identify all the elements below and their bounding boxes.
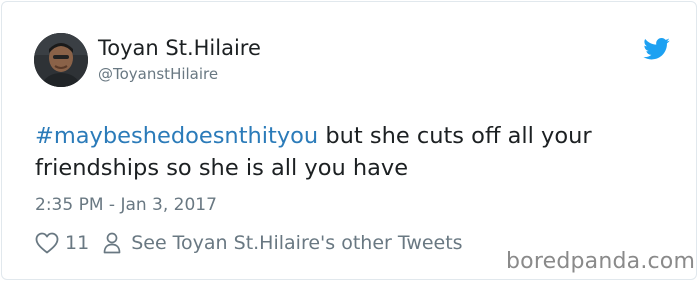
boredpanda-watermark: boredpanda.com [506, 249, 696, 274]
hashtag-link[interactable]: #maybeshedoesnthityou [35, 123, 318, 149]
like-count[interactable]: 11 [65, 232, 89, 254]
other-tweets-link[interactable]: See Toyan St.Hilaire's other Tweets [131, 232, 462, 254]
tweet-actions: 11 See Toyan St.Hilaire's other Tweets [35, 230, 463, 256]
avatar[interactable] [34, 33, 88, 87]
author-handle[interactable]: @ToyanstHilaire [98, 64, 218, 84]
tweet-card: Toyan St.Hilaire @ToyanstHilaire #maybes… [1, 1, 697, 280]
twitter-bird-icon[interactable] [643, 38, 670, 60]
author-display-name[interactable]: Toyan St.Hilaire [98, 35, 261, 61]
tweet-body: #maybeshedoesnthityou but she cuts off a… [35, 120, 675, 184]
heart-icon[interactable] [35, 232, 59, 254]
tweet-timestamp[interactable]: 2:35 PM - Jan 3, 2017 [35, 193, 217, 217]
avatar-photo [34, 33, 88, 87]
person-icon [103, 232, 121, 254]
